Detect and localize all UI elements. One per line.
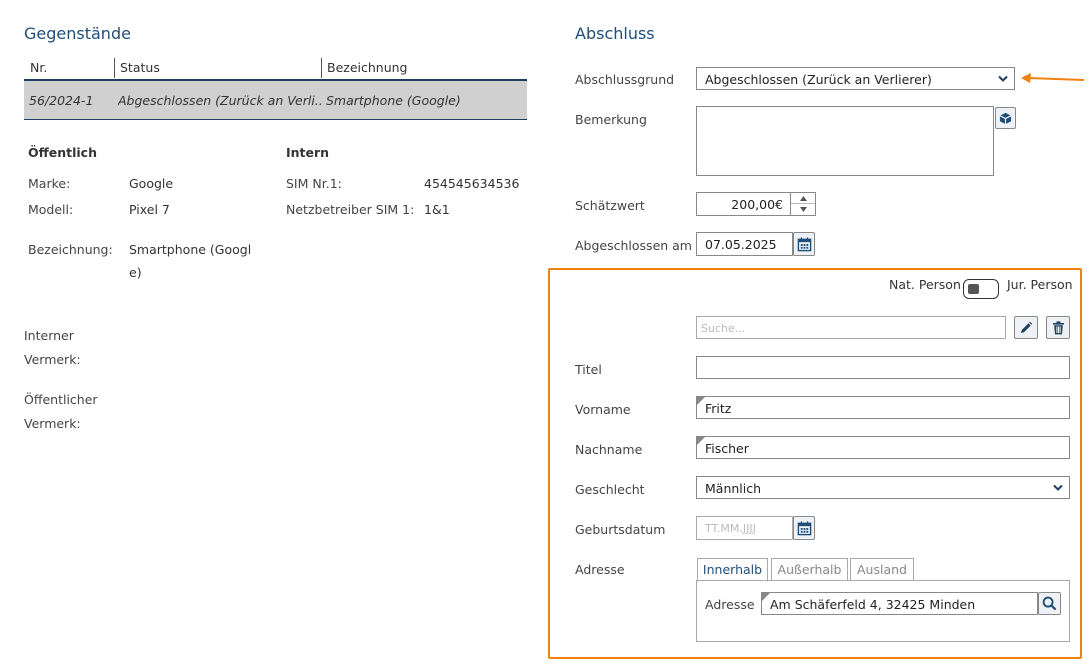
geschlecht-value: Männlich [705,481,762,496]
cube-icon [999,112,1012,124]
geburtsdatum-label: Geburtsdatum [575,522,666,537]
chevron-down-icon [1053,484,1063,491]
col-separator [321,58,322,78]
sim-label: SIM Nr.1: [286,176,342,191]
row-bezeichnung: Smartphone (Google) [326,93,461,108]
marke-label: Marke: [28,176,71,191]
bezeichnung-value-line2: e) [129,265,142,280]
trash-icon [1052,320,1064,334]
tab-innerhalb[interactable]: Innerhalb [697,558,768,582]
vorname-input[interactable]: Fritz [696,396,1070,419]
adresse-label: Adresse [575,562,625,577]
abgeschlossen-am-value: 07.05.2025 [705,237,777,252]
bezeichnung-label: Bezeichnung: [28,242,113,257]
titel-label: Titel [575,362,602,377]
increment-button[interactable] [791,193,815,204]
adresse-input[interactable]: Am Schäferfeld 4, 32425 Minden [761,592,1038,615]
schaetzwert-spinner[interactable] [790,193,815,215]
adresse-value: Am Schäferfeld 4, 32425 Minden [770,597,976,612]
required-marker [697,437,705,445]
intern-heading: Intern [286,145,330,160]
geschlecht-select[interactable]: Männlich [696,476,1070,499]
caret-down-icon [800,207,807,212]
titel-input[interactable] [696,356,1070,379]
nachname-input[interactable]: Fischer [696,436,1070,459]
geburtsdatum-input[interactable]: TT.MM.JJJJ [696,516,793,540]
geschlecht-label: Geschlecht [575,482,645,497]
sim-value: 454545634536 [424,176,520,191]
abschlussgrund-select[interactable]: Abgeschlossen (Zurück an Verlierer) [696,67,1015,90]
geburtsdatum-placeholder: TT.MM.JJJJ [705,522,756,535]
marke-value: Google [129,176,174,191]
search-icon [1042,596,1057,611]
oeffentlich-heading: Öffentlich [28,145,97,160]
gegenstaende-title: Gegenstände [24,24,131,43]
date-picker-button[interactable] [793,232,815,256]
nachname-value: Fischer [705,441,749,456]
person-search-input[interactable]: Suche... [696,316,1006,339]
row-nr: 56/2024-1 [29,93,94,108]
col-header-nr[interactable]: Nr. [30,58,47,78]
adresse-inner-label: Adresse [705,597,755,612]
netzbetreiber-label: Netzbetreiber SIM 1: [286,202,415,217]
person-type-toggle[interactable] [963,279,999,299]
interner-vermerk-label-line1: Interner [24,328,74,343]
col-header-bezeichnung[interactable]: Bezeichnung [327,58,408,78]
text-module-button[interactable] [995,107,1016,129]
address-search-button[interactable] [1038,592,1061,615]
bezeichnung-value-line1: Smartphone (Googl [129,242,252,257]
abgeschlossen-am-input[interactable]: 07.05.2025 [696,232,793,256]
nat-person-label: Nat. Person [889,277,961,292]
required-marker [697,397,705,405]
abgeschlossen-am-label: Abgeschlossen am [575,238,692,253]
abschlussgrund-label: Abschlussgrund [575,72,675,87]
decrement-button[interactable] [791,204,815,215]
interner-vermerk-label-line2: Vermerk: [24,352,81,367]
annotation-arrow-icon [1021,73,1085,83]
table-row[interactable]: 56/2024-1 Abgeschlossen (Zurück an Verli… [24,79,527,120]
oeffentlicher-vermerk-label-line2: Vermerk: [24,416,81,431]
oeffentlicher-vermerk-label-line1: Öffentlicher [24,392,98,407]
toggle-knob [968,284,979,294]
tab-ausserhalb[interactable]: Außerhalb [771,558,848,581]
nachname-label: Nachname [575,442,643,457]
col-separator [114,58,115,78]
chevron-down-icon [998,75,1008,82]
col-header-status[interactable]: Status [120,58,160,78]
vorname-label: Vorname [575,402,631,417]
tab-ausland[interactable]: Ausland [850,558,914,581]
delete-person-button[interactable] [1046,316,1070,339]
required-marker [762,593,770,601]
schaetzwert-input[interactable]: 200,00€ [696,192,816,216]
calendar-icon [797,520,811,535]
bemerkung-textarea[interactable] [696,106,994,176]
jur-person-label: Jur. Person [1007,277,1073,292]
calendar-icon [797,236,811,251]
modell-label: Modell: [28,202,74,217]
schaetzwert-value: 200,00€ [731,197,783,212]
edit-person-button[interactable] [1014,316,1038,339]
row-status: Abgeschlossen (Zurück an Verli... [118,93,323,108]
caret-up-icon [800,196,807,201]
schaetzwert-label: Schätzwert [575,198,645,213]
modell-value: Pixel 7 [129,202,170,217]
abschluss-title: Abschluss [575,24,655,43]
vorname-value: Fritz [705,401,732,416]
bemerkung-label: Bemerkung [575,112,647,127]
birthdate-picker-button[interactable] [793,516,815,540]
abschlussgrund-value: Abgeschlossen (Zurück an Verlierer) [705,72,932,87]
person-search-placeholder: Suche... [701,322,746,335]
pencil-icon [1021,321,1033,333]
netzbetreiber-value: 1&1 [424,202,450,217]
address-tab-panel: Adresse Am Schäferfeld 4, 32425 Minden [696,580,1070,642]
